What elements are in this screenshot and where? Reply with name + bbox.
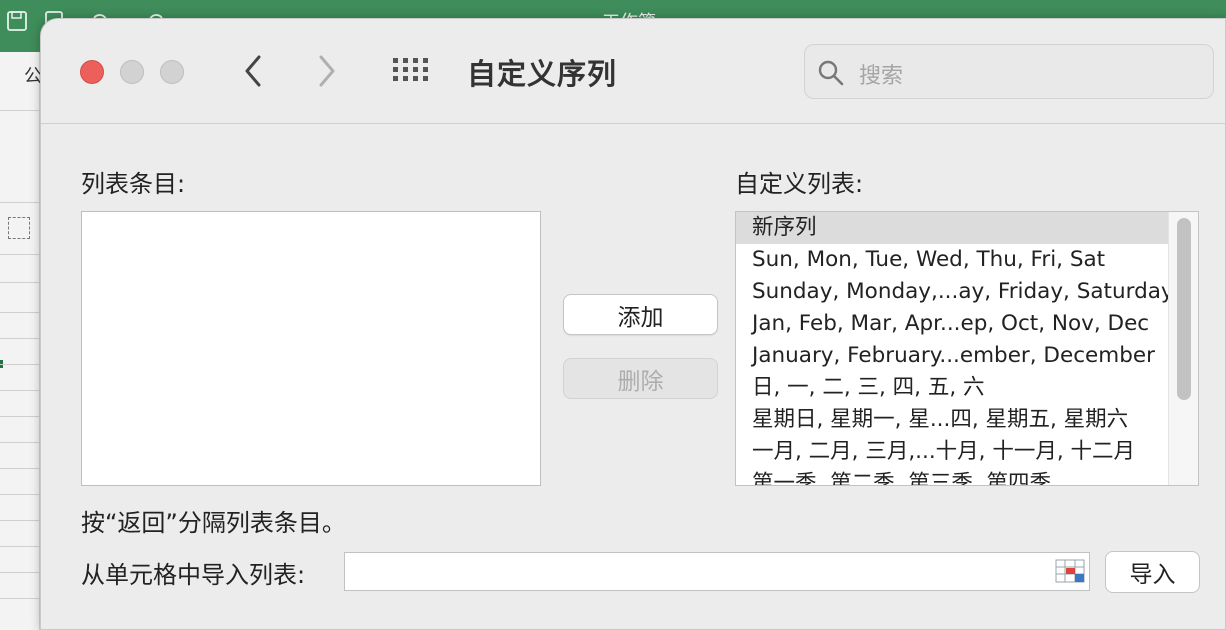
scrollbar-thumb[interactable] — [1177, 218, 1191, 400]
row-divider — [0, 338, 40, 339]
row-divider — [0, 494, 40, 495]
import-button[interactable]: 导入 — [1105, 551, 1200, 593]
row-divider — [0, 390, 40, 391]
list-scrollbar[interactable] — [1168, 212, 1198, 485]
minimize-window-button[interactable] — [120, 60, 144, 84]
row-divider — [0, 282, 40, 283]
row-divider — [0, 520, 40, 521]
row-divider — [0, 468, 40, 469]
row-divider — [0, 254, 40, 255]
excel-sheet-edge: 公 — [0, 52, 42, 630]
row-divider — [0, 572, 40, 573]
list-item-new-list[interactable]: 新序列 — [736, 212, 1168, 244]
dialog-toolbar: 自定义序列 搜索 — [41, 19, 1225, 124]
list-entries-textarea[interactable] — [81, 211, 541, 486]
list-item[interactable]: January, February...ember, December — [736, 340, 1168, 372]
ribbon-divider — [0, 110, 40, 111]
row-divider — [0, 546, 40, 547]
list-item[interactable]: 第一季, 第二季, 第三季, 第四季 — [736, 468, 1168, 485]
list-item[interactable]: Jan, Feb, Mar, Apr...ep, Oct, Nov, Dec — [736, 308, 1168, 340]
search-placeholder: 搜索 — [859, 64, 904, 89]
separator-hint: 按“返回”分隔列表条目。 — [81, 509, 346, 537]
custom-lists-listbox[interactable]: 新序列 Sun, Mon, Tue, Wed, Thu, Fri, Sat Su… — [735, 211, 1199, 486]
list-item[interactable]: Sun, Mon, Tue, Wed, Thu, Fri, Sat — [736, 244, 1168, 276]
row-divider — [0, 598, 40, 599]
search-field[interactable]: 搜索 — [804, 44, 1214, 99]
list-entries-label: 列表条目: — [81, 170, 186, 198]
row-divider — [0, 202, 40, 203]
row-divider — [0, 416, 40, 417]
list-item[interactable]: 日, 一, 二, 三, 四, 五, 六 — [736, 372, 1168, 404]
range-selector-icon[interactable] — [1055, 559, 1085, 583]
search-icon — [818, 60, 844, 86]
add-button[interactable]: 添加 — [563, 294, 718, 335]
delete-button[interactable]: 删除 — [563, 358, 718, 399]
row-divider — [0, 364, 40, 365]
list-item[interactable]: 一月, 二月, 三月,...十月, 十一月, 十二月 — [736, 436, 1168, 468]
save-icon[interactable] — [6, 10, 28, 32]
custom-lists-dialog: 自定义序列 搜索 列表条目: 添加 删除 自定义列表: 新序列 Sun, Mon… — [40, 18, 1226, 630]
cell-format-icon[interactable] — [8, 217, 30, 239]
custom-lists-label: 自定义列表: — [735, 170, 864, 198]
dialog-title: 自定义序列 — [467, 57, 618, 91]
back-chevron-icon[interactable] — [239, 53, 269, 89]
list-item[interactable]: 星期日, 星期一, 星...四, 星期五, 星期六 — [736, 404, 1168, 436]
import-range-field[interactable] — [344, 552, 1090, 591]
list-item[interactable]: Sunday, Monday,...ay, Friday, Saturday — [736, 276, 1168, 308]
zoom-window-button[interactable] — [160, 60, 184, 84]
show-all-grid-icon[interactable] — [391, 56, 431, 84]
forward-chevron-icon[interactable] — [311, 53, 341, 89]
row-divider — [0, 442, 40, 443]
close-window-button[interactable] — [80, 60, 104, 84]
import-from-cells-label: 从单元格中导入列表: — [81, 561, 306, 589]
row-divider — [0, 312, 40, 313]
